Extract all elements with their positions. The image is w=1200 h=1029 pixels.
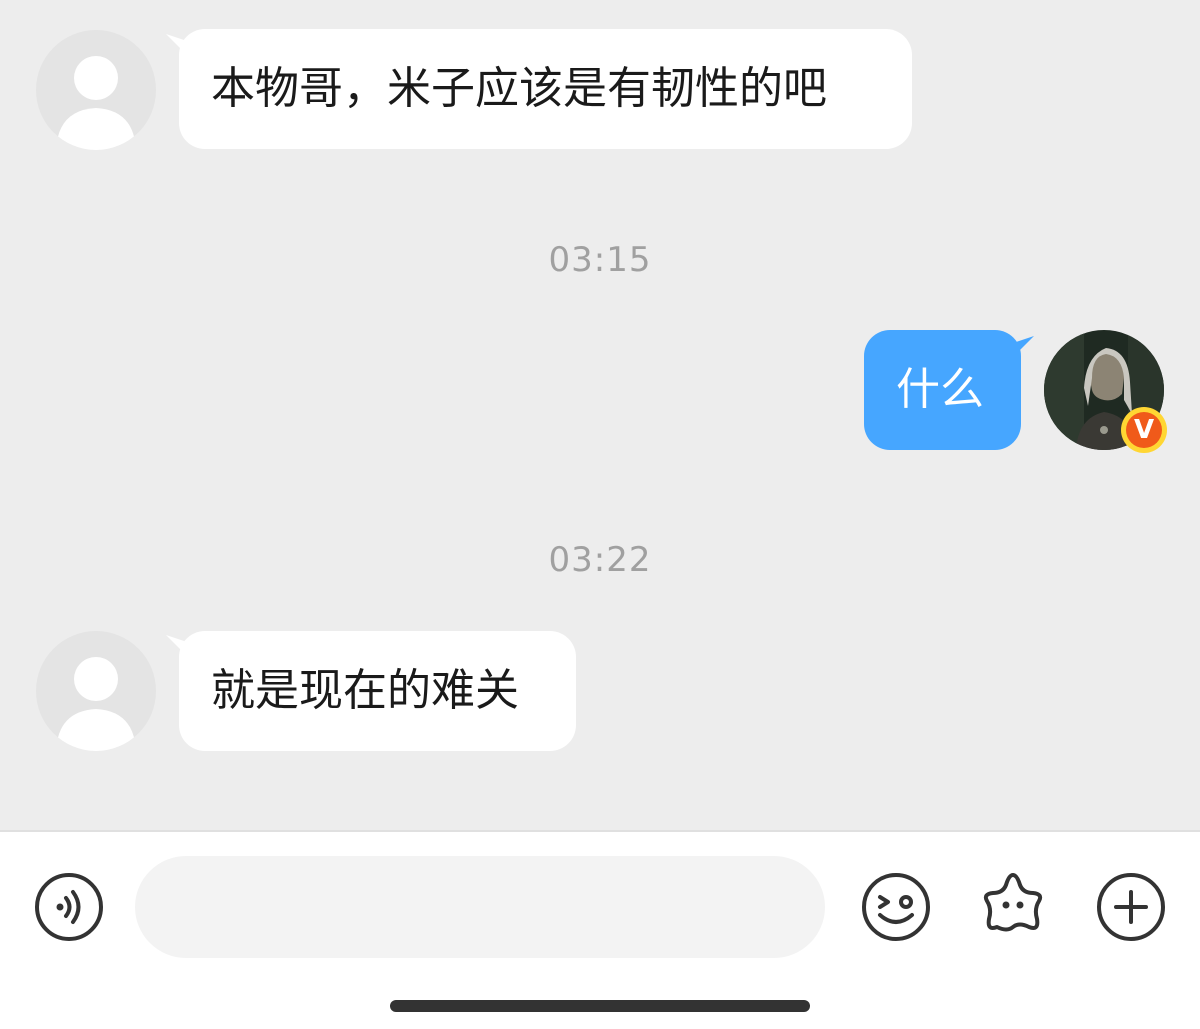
default-avatar-icon xyxy=(56,56,136,150)
home-indicator xyxy=(390,1000,810,1012)
chat-message-area[interactable]: 本物哥，米子应该是有韧性的吧 03:15 什么 V 03:22 就是现在的难关 xyxy=(0,0,1200,830)
message-timestamp: 03:15 xyxy=(548,240,652,280)
sticker-icon[interactable] xyxy=(977,869,1049,941)
verified-badge-letter: V xyxy=(1126,412,1162,448)
chat-input-bar xyxy=(0,830,1200,1029)
message-text: 什么 xyxy=(896,364,984,415)
emoji-icon[interactable] xyxy=(860,871,932,943)
message-input[interactable] xyxy=(135,856,825,958)
message-bubble-incoming[interactable]: 本物哥，米子应该是有韧性的吧 xyxy=(179,29,912,149)
plus-icon[interactable] xyxy=(1095,871,1167,943)
message-bubble-incoming[interactable]: 就是现在的难关 xyxy=(179,631,576,751)
message-text: 就是现在的难关 xyxy=(211,665,519,716)
contact-avatar[interactable] xyxy=(36,631,156,751)
message-text: 本物哥，米子应该是有韧性的吧 xyxy=(211,63,827,114)
message-timestamp: 03:22 xyxy=(548,540,652,580)
verified-badge: V xyxy=(1121,407,1167,453)
default-avatar-icon xyxy=(56,657,136,751)
message-bubble-outgoing[interactable]: 什么 xyxy=(864,330,1021,450)
contact-avatar[interactable] xyxy=(36,30,156,150)
voice-icon[interactable] xyxy=(33,871,105,943)
bubble-tail xyxy=(1010,336,1034,360)
